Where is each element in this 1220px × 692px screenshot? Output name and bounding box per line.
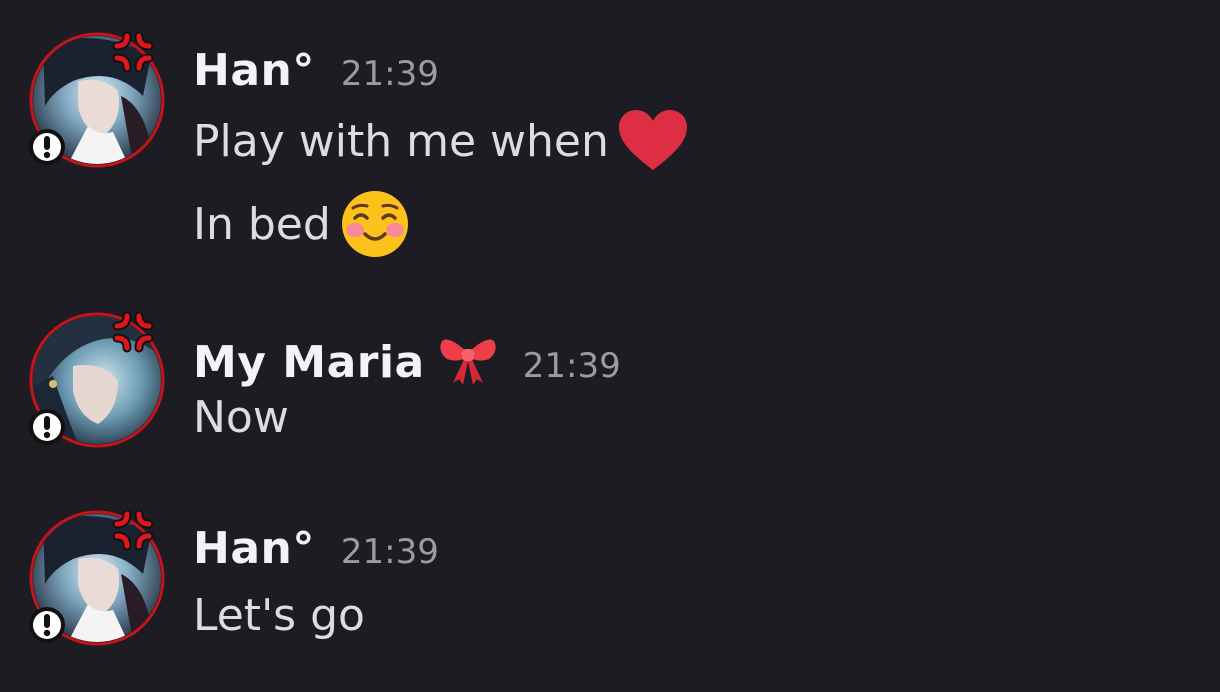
message-text[interactable]: Play with me when xyxy=(193,110,687,172)
message-header: Han° 21:39 xyxy=(193,523,439,574)
message-content: Play with me when xyxy=(193,115,609,167)
timestamp[interactable]: 21:39 xyxy=(341,54,439,94)
exclamation-badge-icon xyxy=(29,409,65,445)
username[interactable]: Han° xyxy=(193,45,315,96)
chat-message-list: Han° 21:39 Play with me when In bed My M… xyxy=(0,0,1220,692)
exclamation-badge-icon xyxy=(29,129,65,165)
message-text[interactable]: Now xyxy=(193,392,289,443)
message-header: My Maria 21:39 xyxy=(193,325,621,388)
user-avatar[interactable] xyxy=(27,508,167,648)
message-content: In bed xyxy=(193,198,331,250)
anger-mark-icon xyxy=(112,31,154,73)
heart-icon xyxy=(618,110,687,170)
message-header: Han° 21:39 xyxy=(193,45,439,96)
message-text[interactable]: In bed xyxy=(193,190,409,258)
anger-mark-icon xyxy=(112,509,154,551)
timestamp[interactable]: 21:39 xyxy=(341,532,439,572)
username[interactable]: My Maria xyxy=(193,337,425,388)
user-avatar[interactable] xyxy=(27,30,167,170)
timestamp[interactable]: 21:39 xyxy=(523,346,621,386)
username[interactable]: Han° xyxy=(193,523,315,574)
anger-mark-icon xyxy=(112,311,154,353)
message-content: Now xyxy=(193,392,289,443)
message-text[interactable]: Let's go xyxy=(193,590,365,641)
exclamation-badge-icon xyxy=(29,607,65,643)
smiling-blush-face-icon xyxy=(341,191,408,257)
user-avatar[interactable] xyxy=(27,310,167,450)
ribbon-bow-icon xyxy=(440,339,496,385)
message-content: Let's go xyxy=(193,590,365,641)
